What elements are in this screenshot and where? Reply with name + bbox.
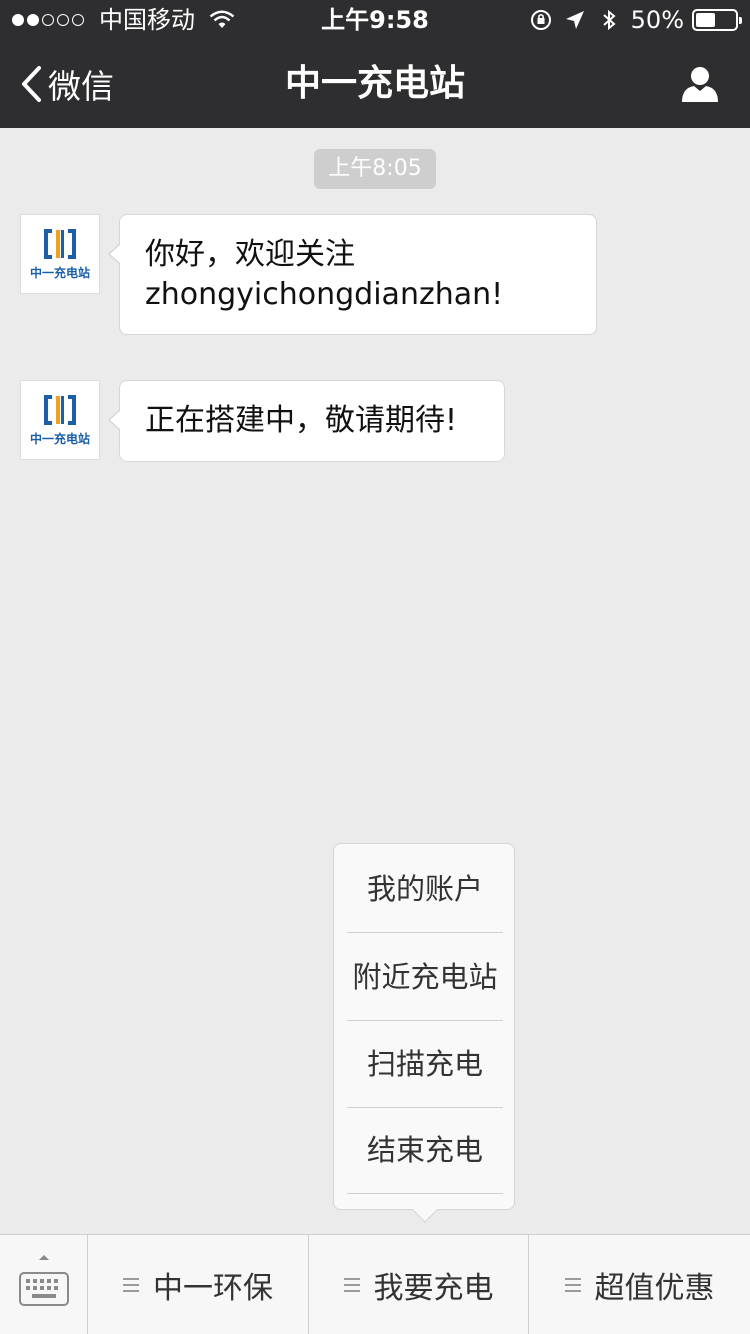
orientation-lock-icon [530,10,551,30]
bluetooth-icon [602,9,616,31]
submenu-pointer [412,1197,438,1223]
avatar[interactable]: 中一充电站 [20,380,100,460]
message-text-line: zhongyichongdianzhan! [145,277,504,312]
brand-logo-icon [44,394,76,425]
menu-lines-icon [343,1278,360,1292]
profile-icon[interactable] [680,64,720,104]
keyboard-icon [19,1255,69,1306]
menu-tab-chaozhi-youhui[interactable]: 超值优惠 [529,1235,750,1334]
menu-lines-icon [564,1278,581,1292]
page-title: 中一充电站 [284,63,465,104]
battery-percent: 50% [630,6,684,34]
submenu-item-nearby-stations[interactable]: 附近充电站 [347,934,503,1021]
battery-icon [692,9,742,31]
location-arrow-icon [565,11,584,29]
submenu-item-end-charge[interactable]: 结束充电 [347,1107,503,1194]
message-text-line: 你好，欢迎关注 [145,237,355,272]
nav-bar: 微信 中一充电站 [0,40,750,128]
message-timestamp: 上午8:05 [314,149,436,189]
avatar-logo-text: 中一充电站 [29,431,90,446]
submenu-popup: 我的账户 附近充电站 扫描充电 结束充电 [333,843,515,1223]
avatar[interactable]: 中一充电站 [20,214,100,294]
menu-tab-label: 中一环保 [153,1271,273,1306]
top-bar: 中国移动 上午9:58 50% 微信 中一充电站 [0,0,750,128]
message-bubble[interactable]: 正在搭建中，敬请期待! [108,380,505,462]
message-bubble[interactable]: 你好，欢迎关注 zhongyichongdianzhan! [108,214,597,335]
status-bar: 中国移动 上午9:58 50% [0,0,750,40]
keyboard-toggle-button[interactable] [0,1235,88,1334]
menu-tab-woyao-chongdian[interactable]: 我要充电 [309,1235,529,1334]
brand-logo-icon [44,228,76,259]
bottom-menu-bar: 中一环保 我要充电 超值优惠 [0,1234,750,1334]
message-text-line: 正在搭建中，敬请期待! [145,403,458,438]
menu-tab-label: 我要充电 [373,1271,494,1306]
avatar-logo-text: 中一充电站 [29,265,90,280]
menu-tab-label: 超值优惠 [594,1271,715,1306]
menu-lines-icon [123,1278,139,1292]
submenu-item-scan-charge[interactable]: 扫描充电 [347,1021,503,1108]
submenu-item-my-account[interactable]: 我的账户 [347,846,503,933]
menu-tab-zhongyi-huanbao[interactable]: 中一环保 [88,1235,309,1334]
